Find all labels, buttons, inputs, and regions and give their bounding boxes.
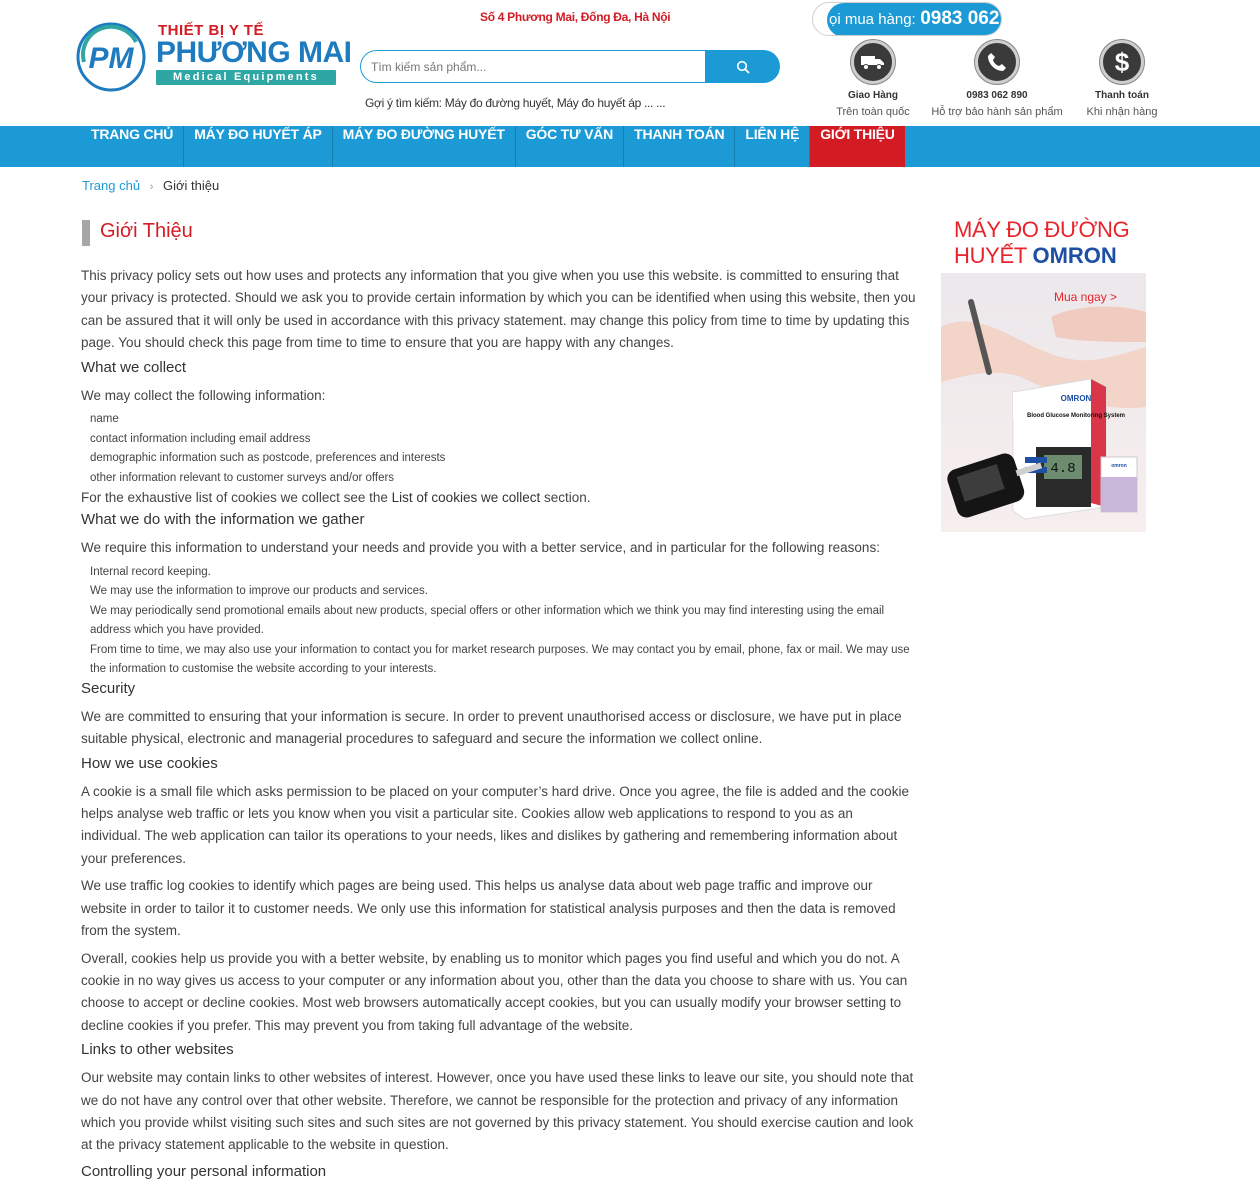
logo-mark-icon: PM — [76, 22, 146, 92]
links-paragraph: Our website may contain links to other w… — [81, 1070, 914, 1153]
breadcrumb-home-link[interactable]: Trang chủ — [82, 178, 140, 193]
cookies-paragraph: We use traffic log cookies to identify w… — [81, 878, 896, 939]
store-address: Số 4 Phương Mai, Đống Đa, Hà Nội — [480, 10, 671, 24]
section-heading: What we collect — [81, 358, 187, 376]
site-logo[interactable]: PM THIẾT BỊ Y TẾ PHƯƠNG MAI Medical Equi… — [76, 20, 352, 94]
buy-now-link[interactable]: Mua ngay > — [1054, 290, 1117, 304]
site-header: PM THIẾT BỊ Y TẾ PHƯƠNG MAI Medical Equi… — [0, 0, 1260, 126]
meter-reading: 4.8 — [1050, 461, 1075, 477]
hotline-badge[interactable]: ọi mua hàng: 0983 062 — [812, 2, 1002, 36]
list-item: We may use the information to improve ou… — [90, 585, 428, 598]
nav-item-home[interactable]: TRANG CHỦ — [81, 126, 185, 167]
service-subtitle: Khi nhận hàng — [1086, 106, 1158, 118]
omron-banner[interactable]: 4.8 OMRON Blood Glucose Monitoring Syste… — [941, 207, 1146, 532]
strip-brand: omron — [1111, 463, 1127, 469]
page-title: Giới Thiệu — [82, 220, 916, 246]
breadcrumb-current: Giới thiệu — [162, 178, 220, 193]
suggest-links[interactable]: Máy đo đường huyết, Máy đo huyết áp ... … — [445, 96, 666, 110]
search-icon — [736, 60, 750, 74]
search-input[interactable] — [360, 50, 706, 83]
logo-brand: PHƯƠNG MAI — [156, 36, 352, 69]
nav-item-glucose[interactable]: MÁY ĐO ĐƯỜNG HUYẾT — [333, 126, 516, 167]
article-content: Giới Thiệu This privacy policy sets out … — [81, 220, 916, 1180]
gather-lead: We require this information to understan… — [81, 540, 880, 556]
list-item: contact information including email addr… — [90, 432, 311, 445]
nav-item-about[interactable]: GIỚI THIỆU — [810, 126, 905, 167]
list-item: name — [90, 413, 119, 426]
main-nav: TRANG CHỦ MÁY ĐO HUYẾT ÁP MÁY ĐO ĐƯỜNG H… — [0, 126, 1260, 167]
search-button[interactable] — [705, 50, 780, 83]
service-subtitle: Trên toàn quốc — [836, 106, 910, 118]
service-subtitle: Hỗ trợ bảo hành sản phẩm — [931, 106, 1063, 118]
truck-icon — [851, 40, 895, 84]
breadcrumb-separator: › — [149, 181, 154, 193]
box-brand: OMRON — [1061, 394, 1092, 403]
collect-after-suffix: section. — [540, 490, 591, 506]
search-bar — [360, 50, 780, 83]
service-title: 0983 062 890 — [966, 90, 1028, 101]
omron-logo: OMRON — [1032, 243, 1117, 268]
service-delivery: Giao Hàng Trên toàn quốc — [803, 40, 943, 118]
service-support: 0983 062 890 Hỗ trợ bảo hành sản phẩm — [927, 40, 1067, 118]
banner-title-line1: MÁY ĐO ĐƯỜNG — [954, 217, 1130, 242]
security-paragraph: We are committed to ensuring that your i… — [81, 708, 902, 747]
logo-subtitle: Medical Equipments — [156, 70, 336, 85]
dollar-icon: $ — [1100, 40, 1144, 84]
nav-item-advice[interactable]: GÓC TƯ VẤN — [516, 126, 625, 167]
gather-list: Internal record keeping. We may use the … — [81, 563, 916, 680]
cookies-paragraph: Overall, cookies help us provide you wit… — [81, 950, 908, 1033]
list-item: other information relevant to customer s… — [90, 471, 395, 484]
breadcrumb: Trang chủ › Giới thiệu — [82, 178, 219, 193]
section-heading: How we use cookies — [81, 754, 218, 772]
svg-text:$: $ — [1115, 49, 1130, 75]
list-item: We may periodically send promotional ema… — [90, 604, 885, 637]
list-item: From time to time, we may also use your … — [90, 643, 910, 676]
cookies-paragraph: A cookie is a small file which asks perm… — [81, 783, 909, 866]
collect-list: name contact information including email… — [81, 410, 916, 488]
section-heading: Links to other websites — [81, 1041, 234, 1059]
section-heading: Controlling your personal information — [81, 1162, 327, 1180]
list-item: Internal record keeping. — [90, 565, 211, 578]
nav-item-payment[interactable]: THANH TOÁN — [624, 126, 736, 167]
service-title: Giao Hàng — [847, 90, 898, 101]
collect-after-prefix: For the exhaustive list of cookies we co… — [81, 490, 392, 506]
hotline-label: ọi mua hàng: — [829, 11, 916, 28]
section-heading: What we do with the information we gathe… — [81, 511, 365, 529]
list-item: demographic information such as postcode… — [90, 452, 446, 465]
hotline-number: 0983 062 — [920, 8, 1000, 29]
service-payment: $ Thanh toán Khi nhận hàng — [1052, 40, 1192, 118]
collect-lead: We may collect the following information… — [81, 387, 326, 403]
search-suggestions: Gợi ý tìm kiếm: Máy đo đường huyết, Máy … — [365, 96, 666, 110]
logo-mark-text: PM — [89, 42, 135, 75]
collect-after: For the exhaustive list of cookies we co… — [81, 487, 916, 509]
banner-title-line2: HUYẾT OMRON — [954, 243, 1117, 269]
phone-icon — [975, 40, 1019, 84]
box-title: Blood Glucose Monitoring System — [1027, 413, 1125, 419]
section-heading: Security — [81, 679, 136, 697]
banner-title-word: HUYẾT — [954, 243, 1027, 268]
intro-paragraph: This privacy policy sets out how uses an… — [81, 268, 916, 351]
nav-item-contact[interactable]: LIÊN HỆ — [735, 126, 811, 167]
suggest-label: Gợi ý tìm kiếm: — [365, 96, 442, 110]
cookies-list-link[interactable]: List of cookies we collect — [392, 490, 541, 505]
service-title: Thanh toán — [1095, 90, 1149, 101]
nav-item-blood-pressure[interactable]: MÁY ĐO HUYẾT ÁP — [184, 126, 333, 167]
